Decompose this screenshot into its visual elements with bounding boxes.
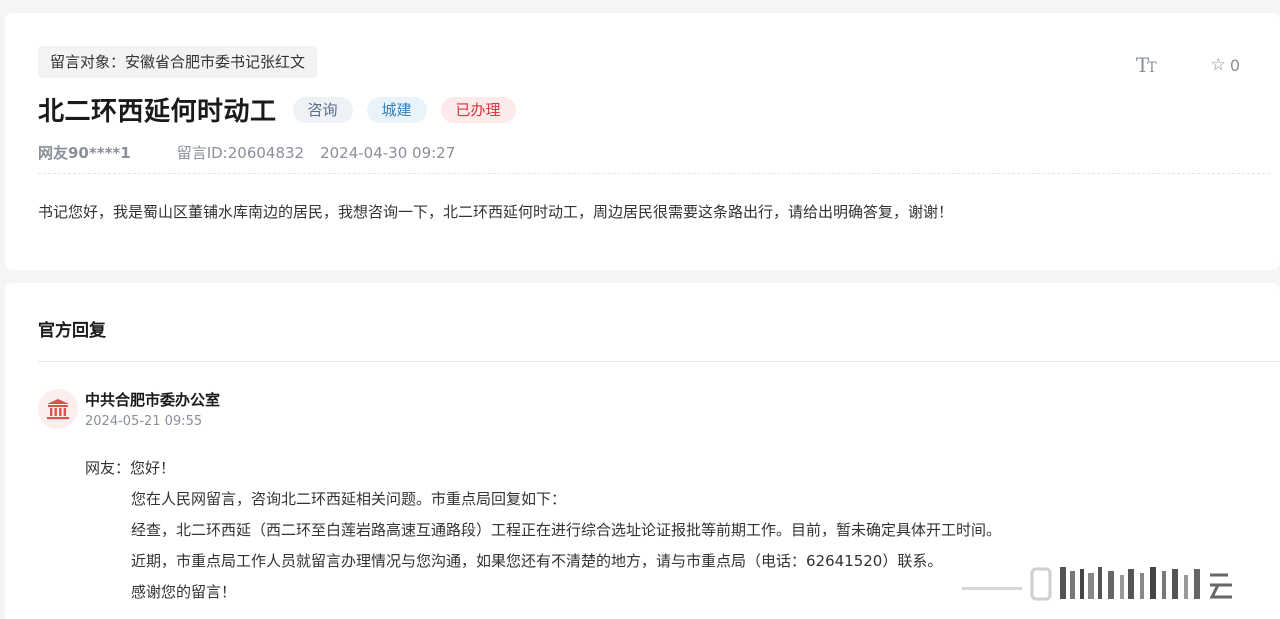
reply-card: 官方回复 中共合肥市委办公室 2024-05-21 09:55 网友：您好！ 您… [5, 283, 1280, 619]
government-building-icon [47, 399, 69, 420]
font-size-label-small: T [1147, 60, 1156, 76]
reply-line: 感谢您的留言！ [131, 583, 237, 601]
message-time: 2024-04-30 09:27 [320, 143, 456, 162]
avatar [38, 389, 78, 429]
tag-consult[interactable]: 咨询 [292, 96, 353, 123]
reply-section-title: 官方回复 [38, 321, 106, 341]
reply-time: 2024-05-21 09:55 [85, 414, 203, 429]
message-target: 留言对象：安徽省合肥市委书记张红文 [38, 46, 318, 78]
reply-content: 网友：您好！ 您在人民网留言，咨询北二环西延相关问题。市重点局回复如下： 经查，… [85, 453, 1001, 608]
watermark-logo [962, 567, 1232, 601]
author-name: 网友90****1 [38, 144, 131, 162]
status-badge: 已办理 [440, 96, 516, 123]
reply-greeting: 网友：您好！ [85, 459, 176, 477]
toolbar: TT ☆ 0 [1136, 53, 1240, 77]
font-size-label-big: T [1135, 53, 1149, 77]
title-row: 北二环西延何时动工 咨询 城建 已办理 [38, 91, 530, 128]
reply-line: 您在人民网留言，咨询北二环西延相关问题。市重点局回复如下： [131, 490, 567, 508]
message-meta: 网友90****1 留言ID:20604832 2024-04-30 09:27 [38, 142, 455, 163]
reply-line: 经查，北二环西延（西二环至白莲岩路高速互通路段）工程正在进行综合选址论证报批等前… [131, 521, 1002, 539]
star-outline-icon: ☆ [1210, 54, 1226, 75]
reply-org-name: 中共合肥市委办公室 [85, 391, 221, 409]
reply-divider [38, 361, 1280, 362]
message-id: 留言ID:20604832 [176, 144, 305, 162]
font-size-icon[interactable]: TT [1135, 53, 1157, 77]
reply-line: 近期，市重点局工作人员就留言办理情况与您沟通，如果您还有不清楚的地方，请与市重点… [131, 552, 943, 570]
message-content: 书记您好，我是蜀山区董铺水库南边的居民，我想咨询一下，北二环西延何时动工，周边居… [38, 203, 954, 221]
favorite-count: 0 [1229, 55, 1240, 75]
favorite-button[interactable]: ☆ 0 [1211, 56, 1240, 75]
message-card: 留言对象：安徽省合肥市委书记张红文 TT ☆ 0 北二环西延何时动工 咨询 城建… [5, 13, 1280, 270]
page-title: 北二环西延何时动工 [38, 97, 277, 127]
meta-divider [38, 173, 1270, 174]
tag-city-construction[interactable]: 城建 [366, 96, 427, 123]
